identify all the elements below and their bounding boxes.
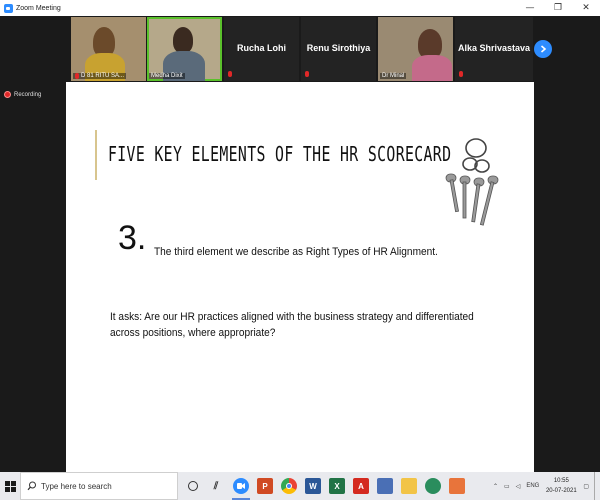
windows-logo-icon	[4, 480, 16, 492]
participant-label: Dr Minal	[380, 73, 407, 79]
close-button[interactable]: ✕	[572, 0, 600, 16]
next-page-button[interactable]	[534, 40, 552, 58]
start-button[interactable]	[0, 472, 20, 500]
record-icon	[4, 91, 11, 98]
clock-time: 10:55	[553, 478, 569, 484]
search-placeholder: Type here to search	[41, 481, 112, 491]
excel-app-icon[interactable]: X	[329, 478, 345, 494]
task-view-button-icon[interactable]: ⫽	[208, 478, 224, 494]
volume-icon[interactable]: ◁	[516, 483, 521, 490]
file-explorer-icon[interactable]	[401, 478, 417, 494]
minimize-button[interactable]: —	[516, 0, 544, 16]
zoom-app-icon[interactable]	[233, 478, 249, 494]
participant-strip: D 81 RITU SA... Medha Dixit Rucha Lohi R…	[0, 16, 600, 82]
participant-tile[interactable]: Alka Shrivastava	[455, 17, 533, 81]
participant-label: D 81 RITU SA...	[73, 73, 127, 79]
slide-subtitle: The third element we describe as Right T…	[154, 246, 438, 258]
task-view-icon[interactable]	[188, 481, 198, 491]
tray-up-arrow-icon[interactable]: ⌃	[493, 483, 498, 490]
slide-paragraph: It asks: Are our HR practices aligned wi…	[110, 311, 474, 339]
chrome-app-icon[interactable]	[281, 478, 297, 494]
edge-app-icon[interactable]	[425, 478, 441, 494]
participant-name: Dr Minal	[382, 73, 405, 79]
participant-tile[interactable]: Rucha Lohi	[224, 17, 299, 81]
mic-muted-icon	[305, 71, 309, 77]
participant-tile[interactable]: Renu Sirothiya	[301, 17, 376, 81]
word-app-icon[interactable]: W	[305, 478, 321, 494]
slide-number: 3.	[118, 219, 147, 257]
powerpoint-app-icon[interactable]: P	[257, 478, 273, 494]
restore-button[interactable]: ❐	[544, 0, 572, 16]
zoom-logo-icon	[4, 3, 13, 13]
recording-indicator[interactable]: Recording	[4, 91, 41, 98]
shared-screen-slide: FIVE KEY ELEMENTS OF THE HR SCORECARD 3.…	[66, 82, 534, 474]
acrobat-app-icon[interactable]: A	[353, 478, 369, 494]
participant-label: Medha Dixit	[149, 73, 185, 79]
participant-tile-active[interactable]: Medha Dixit	[147, 17, 222, 81]
notification-icon[interactable]: ▢	[583, 483, 589, 490]
recording-label: Recording	[14, 91, 42, 98]
chrome-center-icon	[286, 483, 292, 489]
tray-language[interactable]: ENG	[526, 483, 539, 489]
mic-muted-icon	[75, 73, 79, 79]
taskbar-app-icon[interactable]	[449, 478, 465, 494]
search-icon	[27, 481, 36, 491]
mic-muted-icon	[459, 71, 463, 77]
windows-taskbar: Type here to search ⫽ P W X A ⌃ ▭ ◁ ENG …	[0, 472, 600, 500]
participant-name: Alka Shrivastava	[457, 43, 531, 53]
title-accent-bar	[95, 130, 97, 180]
taskbar-clock[interactable]: 10:55 20-07-2021	[542, 476, 580, 496]
participant-video-body	[412, 55, 452, 81]
participant-name: Medha Dixit	[151, 73, 183, 79]
participant-tile[interactable]: Dr Minal	[378, 17, 453, 81]
zoom-camera-icon	[237, 483, 245, 489]
window-controls: — ❐ ✕	[516, 0, 600, 16]
window-titlebar: Zoom Meeting — ❐ ✕	[0, 0, 600, 16]
slide-title: FIVE KEY ELEMENTS OF THE HR SCORECARD	[108, 142, 452, 166]
chevron-right-icon	[540, 45, 547, 53]
window-title: Zoom Meeting	[16, 4, 61, 12]
show-desktop-button[interactable]	[594, 472, 600, 500]
participant-name: Renu Sirothiya	[306, 43, 371, 53]
participant-video	[173, 27, 193, 53]
keys-icon	[445, 138, 499, 226]
taskbar-search-box[interactable]: Type here to search	[20, 472, 178, 500]
mic-muted-icon	[228, 71, 232, 77]
participant-name: Rucha Lohi	[237, 43, 286, 53]
network-icon[interactable]: ▭	[504, 483, 510, 490]
participant-name: D 81 RITU SA...	[81, 73, 125, 79]
clock-date: 20-07-2021	[545, 488, 577, 494]
system-tray: ⌃ ▭ ◁ ENG 10:55 20-07-2021 ▢	[490, 472, 600, 500]
photos-app-icon[interactable]	[377, 478, 393, 494]
participant-tile[interactable]: D 81 RITU SA...	[71, 17, 146, 81]
